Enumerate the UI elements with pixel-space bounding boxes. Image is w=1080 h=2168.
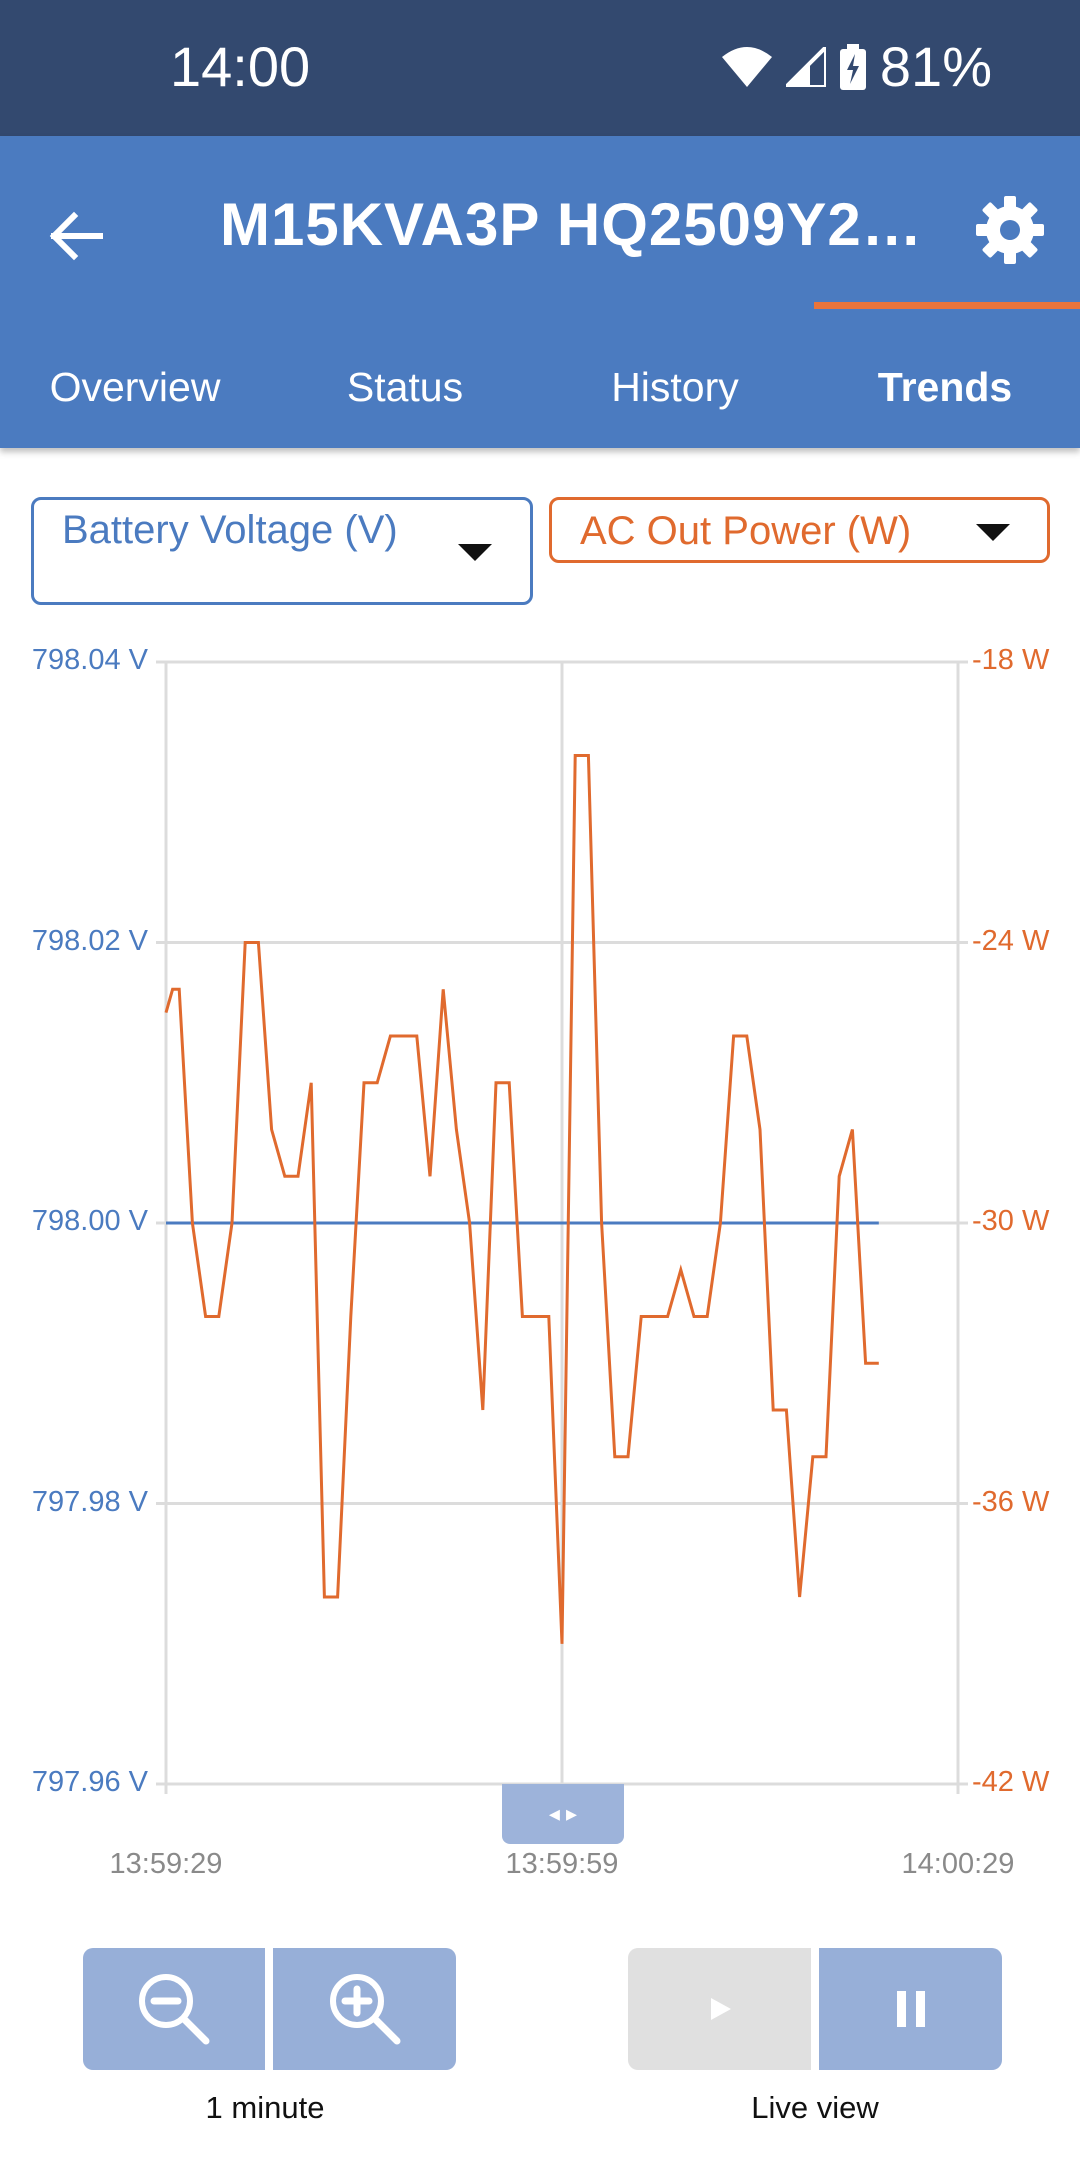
app-bar: M15KVA3P HQ2509Y2A... Overview Status Hi… <box>0 136 1080 448</box>
zoom-in-button[interactable] <box>273 1948 456 2070</box>
x-time-tick-label: 13:59:59 <box>505 1848 619 1880</box>
tab-status[interactable]: Status <box>270 326 540 448</box>
y-right-tick-label: -24 W <box>972 924 1050 957</box>
chart-scrub-handle[interactable]: ◂ ▸ <box>502 1784 624 1844</box>
dropdown-arrow-icon <box>976 524 1010 541</box>
status-bar: 14:00 81% <box>0 0 1080 136</box>
battery-percent: 81% <box>879 35 992 98</box>
dropdown-arrow-icon <box>458 544 492 561</box>
x-time-tick-label: 14:00:29 <box>901 1848 1015 1880</box>
left-series-dropdown-label: Battery Voltage (V) <box>62 508 398 552</box>
x-time-tick-label: 13:59:29 <box>109 1848 223 1880</box>
zoom-out-button[interactable] <box>83 1948 265 2070</box>
y-left-tick-label: 798.04 V <box>31 644 148 676</box>
y-right-tick-label: -36 W <box>972 1485 1050 1518</box>
cellular-signal-icon <box>785 46 826 87</box>
y-right-tick-label: -42 W <box>972 1766 1050 1798</box>
zoom-in-icon <box>329 1974 400 2045</box>
tab-history[interactable]: History <box>540 326 810 448</box>
y-left-tick-label: 797.96 V <box>31 1766 148 1798</box>
pause-button[interactable] <box>819 1948 1002 2070</box>
y-right-tick-label: -18 W <box>972 644 1050 676</box>
tab-trends[interactable]: Trends <box>810 326 1080 448</box>
play-button[interactable] <box>628 1948 811 2070</box>
zoom-out-icon <box>139 1974 210 2045</box>
device-title: M15KVA3P HQ2509Y2A... <box>220 191 955 258</box>
live-view-caption: Live view <box>751 2090 879 2125</box>
right-series-dropdown-label: AC Out Power (W) <box>580 509 912 553</box>
status-time: 14:00 <box>170 35 311 98</box>
ac-out-power-series-line <box>164 754 879 1644</box>
zoom-level-caption: 1 minute <box>205 2090 325 2125</box>
settings-gear-icon[interactable] <box>974 194 1046 266</box>
status-icons: 81% <box>721 34 992 99</box>
y-left-tick-label: 798.00 V <box>31 1205 148 1237</box>
wifi-icon <box>721 46 772 87</box>
play-icon <box>710 1998 731 2020</box>
back-arrow-icon[interactable] <box>44 204 108 268</box>
y-right-tick-label: -30 W <box>972 1205 1050 1237</box>
right-series-dropdown[interactable]: AC Out Power (W) <box>549 497 1050 563</box>
y-left-tick-label: 798.02 V <box>31 924 148 957</box>
selected-tab-indicator <box>814 302 1080 309</box>
y-left-tick-label: 797.98 V <box>31 1485 148 1518</box>
battery-charging-icon <box>839 43 866 90</box>
tab-overview[interactable]: Overview <box>0 326 270 448</box>
pause-icon <box>896 1991 925 2027</box>
tab-bar: Overview Status History Trends <box>0 326 1080 448</box>
left-series-dropdown[interactable]: Battery Voltage (V) <box>31 497 533 605</box>
